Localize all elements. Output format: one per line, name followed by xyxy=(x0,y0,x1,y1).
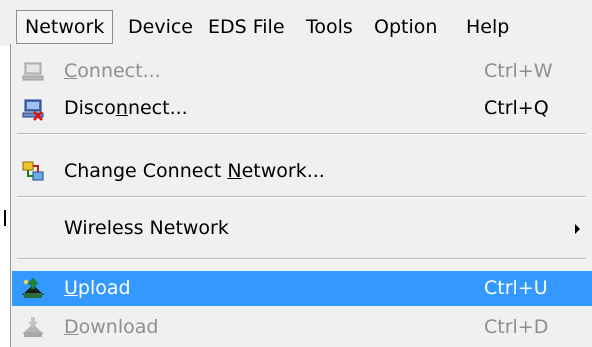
menu-network[interactable]: Network xyxy=(16,10,114,44)
menu-item-label: Download xyxy=(64,316,159,338)
menu-item-label: Connect... xyxy=(64,60,161,82)
menu-item-shortcut: Ctrl+D xyxy=(484,316,549,338)
menu-item-wireless-network[interactable]: Wireless Network xyxy=(12,211,592,246)
network-dropdown-menu: Connect... Ctrl+W Disconnect... Ctrl+Q C… xyxy=(10,44,592,347)
menu-item-change-connect-network[interactable]: Change Connect Network... xyxy=(12,154,592,189)
menu-item-shortcut: Ctrl+Q xyxy=(484,97,549,119)
upload-icon xyxy=(22,277,44,298)
network-change-icon xyxy=(22,161,44,181)
menu-item-label: Wireless Network xyxy=(64,217,229,239)
disconnect-icon xyxy=(22,99,44,121)
menu-help[interactable]: Help xyxy=(458,10,517,44)
menu-item-label: Upload xyxy=(64,277,131,299)
menu-bar: Network Device EDS File Tools Option Hel… xyxy=(0,0,592,46)
download-icon xyxy=(22,317,44,337)
menu-separator xyxy=(17,196,586,198)
menu-device[interactable]: Device xyxy=(120,10,201,44)
menu-item-download[interactable]: Download Ctrl+D xyxy=(12,310,592,345)
menu-tools[interactable]: Tools xyxy=(298,10,361,44)
submenu-arrow-icon xyxy=(575,224,580,234)
menu-item-shortcut: Ctrl+U xyxy=(484,277,548,299)
menu-item-upload[interactable]: Upload Ctrl+U xyxy=(12,271,592,306)
menu-item-disconnect[interactable]: Disconnect... Ctrl+Q xyxy=(12,91,592,126)
computer-icon xyxy=(22,62,44,81)
menu-separator xyxy=(17,133,586,135)
menu-item-label: Disconnect... xyxy=(64,97,188,119)
menu-option[interactable]: Option xyxy=(366,10,445,44)
menu-item-connect[interactable]: Connect... Ctrl+W xyxy=(12,54,592,89)
menu-item-shortcut: Ctrl+W xyxy=(484,60,553,82)
window-edge-mark xyxy=(4,210,6,226)
menu-item-label: Change Connect Network... xyxy=(64,160,325,182)
application-window: Network Device EDS File Tools Option Hel… xyxy=(0,0,592,347)
menu-separator xyxy=(17,258,586,260)
menu-eds-file[interactable]: EDS File xyxy=(200,10,293,44)
